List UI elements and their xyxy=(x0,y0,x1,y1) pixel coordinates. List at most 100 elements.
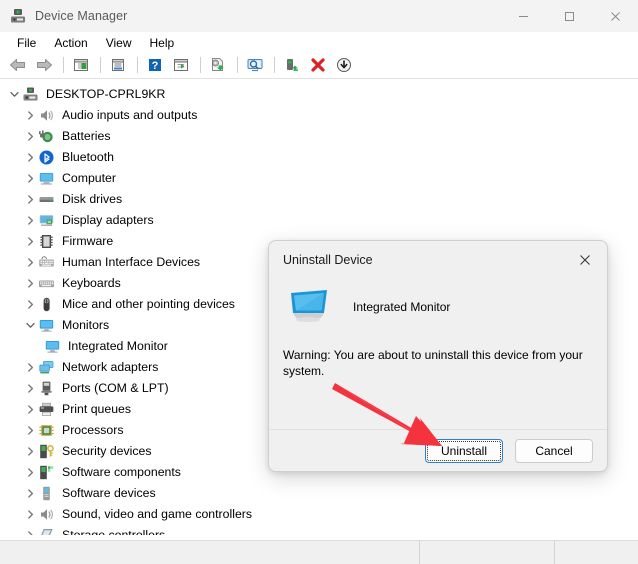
tree-node-label: Storage controllers xyxy=(62,528,166,535)
toolbar-separator xyxy=(200,57,201,73)
tree-node-label: Integrated Monitor xyxy=(68,339,168,353)
chevron-right-icon[interactable] xyxy=(22,294,38,315)
tree-node-sound-video-and-game-controllers[interactable]: Sound, video and game controllers xyxy=(0,504,638,525)
printer-icon xyxy=(38,401,55,418)
chevron-right-icon[interactable] xyxy=(22,420,38,441)
dialog-device-row: Integrated Monitor xyxy=(287,287,450,327)
computer-icon xyxy=(38,170,55,187)
display-adapter-icon xyxy=(38,212,55,229)
chevron-right-icon[interactable] xyxy=(22,189,38,210)
chevron-right-icon[interactable] xyxy=(22,231,38,252)
chevron-right-icon[interactable] xyxy=(22,168,38,189)
back-arrow-icon[interactable] xyxy=(6,54,30,76)
tree-node-label: Network adapters xyxy=(62,360,159,374)
dialog-close-button[interactable] xyxy=(563,241,607,279)
uninstall-device-icon[interactable] xyxy=(280,54,304,76)
monitor-icon xyxy=(38,317,55,334)
tree-node-audio-inputs-and-outputs[interactable]: Audio inputs and outputs xyxy=(0,105,638,126)
bluetooth-icon xyxy=(38,149,55,166)
tree-node-label: Security devices xyxy=(62,444,152,458)
device-manager-icon xyxy=(10,8,26,24)
show-hide-console-tree-icon[interactable] xyxy=(69,54,93,76)
monitor-large-icon xyxy=(287,287,331,327)
chevron-right-icon[interactable] xyxy=(22,273,38,294)
port-icon xyxy=(38,380,55,397)
toolbar-separator xyxy=(274,57,275,73)
uninstall-device-dialog: Uninstall Device Integrated Monitor Warn… xyxy=(268,240,608,472)
monitor-icon xyxy=(44,338,61,355)
close-button[interactable] xyxy=(592,0,638,32)
display-icon[interactable] xyxy=(243,54,267,76)
forward-arrow-icon[interactable] xyxy=(32,54,56,76)
minimize-button[interactable] xyxy=(500,0,546,32)
chevron-right-icon[interactable] xyxy=(22,357,38,378)
menu-file[interactable]: File xyxy=(8,33,45,53)
mouse-icon xyxy=(38,296,55,313)
chevron-right-icon[interactable] xyxy=(22,105,38,126)
uninstall-button[interactable]: Uninstall xyxy=(425,438,503,463)
dialog-warning-text: Warning: You are about to uninstall this… xyxy=(283,348,583,378)
update-driver-icon[interactable] xyxy=(206,54,230,76)
dialog-title: Uninstall Device xyxy=(283,253,373,267)
menu-action[interactable]: Action xyxy=(45,33,96,53)
tree-node-label: Sound, video and game controllers xyxy=(62,507,253,521)
chevron-down-icon[interactable] xyxy=(6,84,22,105)
battery-icon xyxy=(38,128,55,145)
firmware-icon xyxy=(38,233,55,250)
hid-icon xyxy=(38,254,55,271)
chevron-right-icon[interactable] xyxy=(22,441,38,462)
tree-node-label: Computer xyxy=(62,171,116,185)
tree-node-label: Human Interface Devices xyxy=(62,255,201,269)
software-component-icon xyxy=(38,464,55,481)
tree-node-storage-controllers[interactable]: Storage controllers xyxy=(0,525,638,535)
tree-node-label: Firmware xyxy=(62,234,114,248)
chevron-right-icon[interactable] xyxy=(22,399,38,420)
toolbar-separator xyxy=(100,57,101,73)
tree-node-label: Keyboards xyxy=(62,276,121,290)
chevron-right-icon[interactable] xyxy=(22,147,38,168)
chevron-down-icon[interactable] xyxy=(22,315,38,336)
chevron-right-icon[interactable] xyxy=(22,252,38,273)
tree-node-label: DESKTOP-CPRL9KR xyxy=(46,87,166,101)
chevron-right-icon[interactable] xyxy=(22,462,38,483)
tree-node-label: Batteries xyxy=(62,129,111,143)
dialog-device-name: Integrated Monitor xyxy=(353,300,451,314)
tree-node-label: Software components xyxy=(62,465,181,479)
tree-node-label: Bluetooth xyxy=(62,150,114,164)
tree-node-computer[interactable]: Computer xyxy=(0,168,638,189)
tree-node-display-adapters[interactable]: Display adapters xyxy=(0,210,638,231)
software-device-icon xyxy=(38,485,55,502)
computer-root-icon xyxy=(22,86,39,103)
tree-node-desktop[interactable]: DESKTOP-CPRL9KR xyxy=(0,84,638,105)
menu-help[interactable]: Help xyxy=(141,33,184,53)
disable-device-icon[interactable] xyxy=(306,54,330,76)
dialog-footer: Uninstall Cancel xyxy=(269,429,607,471)
help-icon[interactable]: ? xyxy=(143,54,167,76)
menu-view[interactable]: View xyxy=(97,33,141,53)
tree-node-label: Mice and other pointing devices xyxy=(62,297,235,311)
tree-node-label: Print queues xyxy=(62,402,132,416)
window-controls xyxy=(500,0,638,32)
scan-for-hardware-changes-icon[interactable] xyxy=(169,54,193,76)
tree-node-batteries[interactable]: Batteries xyxy=(0,126,638,147)
tree-node-label: Software devices xyxy=(62,486,156,500)
storage-controller-icon xyxy=(38,527,55,535)
keyboard-icon xyxy=(38,275,55,292)
properties-icon[interactable] xyxy=(106,54,130,76)
chevron-right-icon[interactable] xyxy=(22,210,38,231)
chevron-right-icon[interactable] xyxy=(22,378,38,399)
chevron-right-icon[interactable] xyxy=(22,525,38,535)
chevron-right-icon[interactable] xyxy=(22,504,38,525)
tree-node-disk-drives[interactable]: Disk drives xyxy=(0,189,638,210)
chevron-right-icon[interactable] xyxy=(22,483,38,504)
maximize-button[interactable] xyxy=(546,0,592,32)
disk-drive-icon xyxy=(38,191,55,208)
tree-node-label: Audio inputs and outputs xyxy=(62,108,198,122)
enable-device-icon[interactable] xyxy=(332,54,356,76)
tree-node-bluetooth[interactable]: Bluetooth xyxy=(0,147,638,168)
tree-node-software-devices[interactable]: Software devices xyxy=(0,483,638,504)
tree-node-label: Processors xyxy=(62,423,124,437)
cancel-button[interactable]: Cancel xyxy=(515,438,593,463)
chevron-right-icon[interactable] xyxy=(22,126,38,147)
toolbar-divider xyxy=(0,78,638,79)
